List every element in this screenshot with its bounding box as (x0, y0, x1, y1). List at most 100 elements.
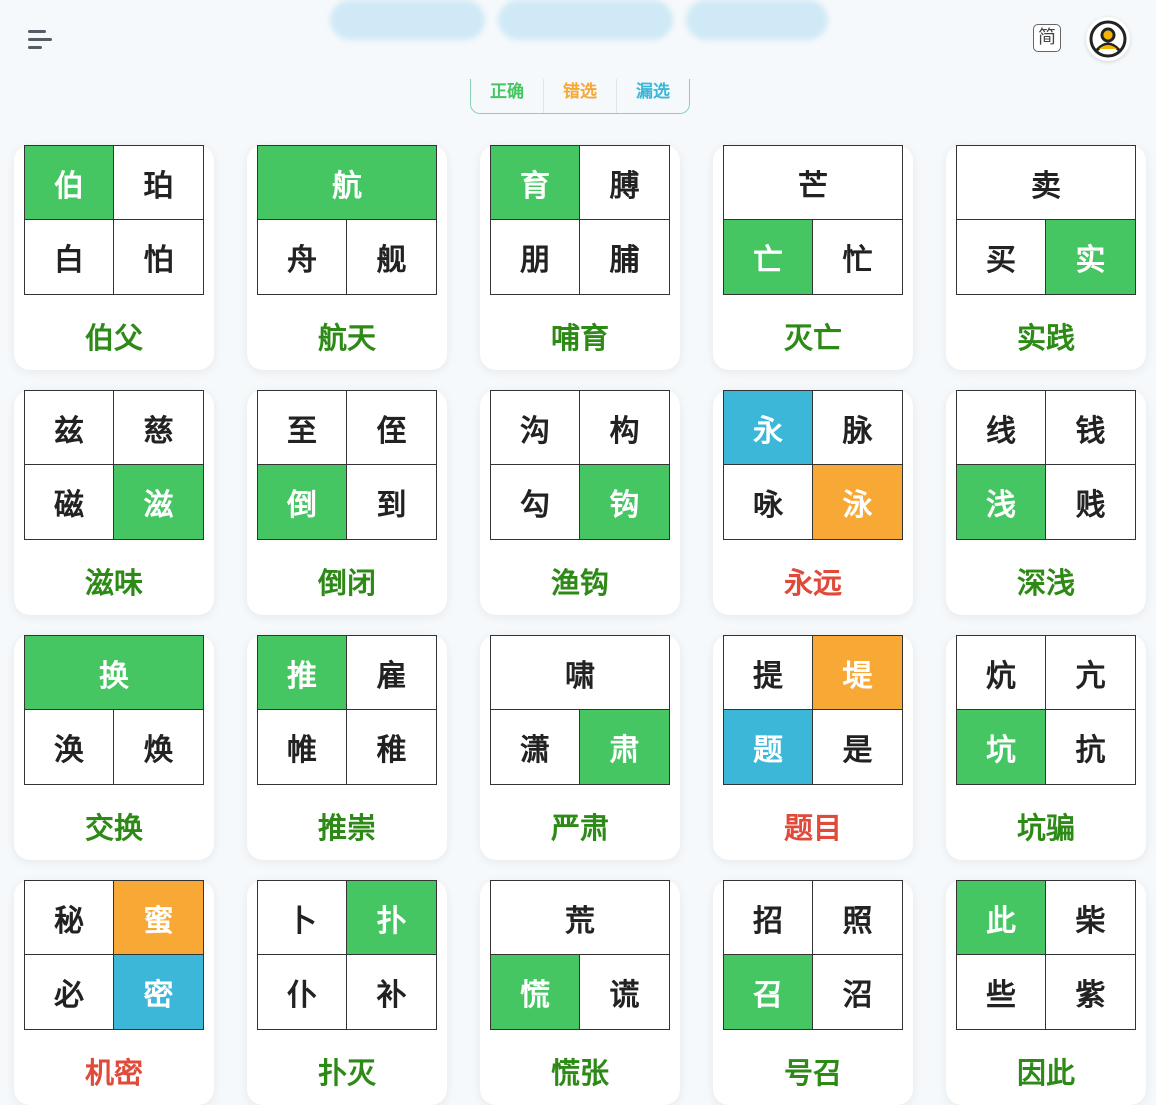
character-option[interactable]: 卖 (957, 146, 1135, 220)
character-option[interactable]: 侄 (347, 391, 436, 465)
character-option[interactable]: 舰 (347, 220, 436, 294)
character-option[interactable]: 脯 (580, 220, 669, 294)
character-option[interactable]: 慈 (114, 391, 203, 465)
word-card: 兹慈磁滋滋味 (14, 390, 214, 615)
character-option[interactable]: 线 (957, 391, 1046, 465)
character-grid: 招照召沼 (723, 880, 903, 1030)
character-option[interactable]: 潇 (491, 710, 580, 784)
character-option-missed[interactable]: 永 (724, 391, 813, 465)
character-option[interactable]: 沼 (813, 955, 902, 1029)
character-grid: 推雇帷稚 (257, 635, 437, 785)
character-option-correct[interactable]: 钩 (580, 465, 669, 539)
character-option-correct[interactable]: 伯 (25, 146, 114, 220)
character-option[interactable]: 抗 (1046, 710, 1135, 784)
character-option[interactable]: 招 (724, 881, 813, 955)
character-option[interactable]: 稚 (347, 710, 436, 784)
character-option[interactable]: 沟 (491, 391, 580, 465)
character-option[interactable]: 芒 (724, 146, 902, 220)
character-option[interactable]: 构 (580, 391, 669, 465)
character-option[interactable]: 是 (813, 710, 902, 784)
character-option[interactable]: 到 (347, 465, 436, 539)
character-option[interactable]: 荒 (491, 881, 669, 955)
blurred-tab[interactable] (330, 0, 485, 40)
legend-correct: 正确 (471, 79, 544, 113)
character-option[interactable]: 珀 (114, 146, 203, 220)
character-option[interactable]: 焕 (114, 710, 203, 784)
character-option[interactable]: 些 (957, 955, 1046, 1029)
character-option-correct[interactable]: 召 (724, 955, 813, 1029)
character-option[interactable]: 朋 (491, 220, 580, 294)
answer-word: 深浅 (1016, 566, 1075, 600)
answer-word: 滋味 (84, 566, 143, 600)
menu-icon[interactable] (28, 26, 56, 54)
character-option[interactable]: 贱 (1046, 465, 1135, 539)
word-card: 卖买实实践 (946, 145, 1146, 370)
character-option[interactable]: 仆 (258, 955, 347, 1029)
word-card: 卜扑仆补扑灭 (247, 880, 447, 1105)
character-option[interactable]: 咏 (724, 465, 813, 539)
character-grid: 永脉咏泳 (723, 390, 903, 540)
character-option-correct[interactable]: 推 (258, 636, 347, 710)
character-option-correct[interactable]: 坑 (957, 710, 1046, 784)
character-option[interactable]: 照 (813, 881, 902, 955)
character-option[interactable]: 帷 (258, 710, 347, 784)
character-option-correct[interactable]: 浅 (957, 465, 1046, 539)
character-option[interactable]: 至 (258, 391, 347, 465)
character-option[interactable]: 兹 (25, 391, 114, 465)
character-option[interactable]: 脉 (813, 391, 902, 465)
language-toggle-button[interactable]: 简 (1033, 24, 1061, 52)
character-option[interactable]: 柴 (1046, 881, 1135, 955)
character-option-correct[interactable]: 换 (25, 636, 203, 710)
character-option-correct[interactable]: 亡 (724, 220, 813, 294)
character-option[interactable]: 勾 (491, 465, 580, 539)
character-option-correct[interactable]: 滋 (114, 465, 203, 539)
character-option-correct[interactable]: 扑 (347, 881, 436, 955)
character-option[interactable]: 雇 (347, 636, 436, 710)
character-option[interactable]: 磁 (25, 465, 114, 539)
character-option-missed[interactable]: 密 (114, 955, 203, 1029)
character-option[interactable]: 怕 (114, 220, 203, 294)
character-grid: 卜扑仆补 (257, 880, 437, 1030)
character-option[interactable]: 秘 (25, 881, 114, 955)
answer-word: 机密 (84, 1056, 143, 1090)
user-avatar-icon[interactable] (1086, 17, 1130, 61)
character-option-correct[interactable]: 此 (957, 881, 1046, 955)
character-option[interactable]: 买 (957, 220, 1046, 294)
character-option[interactable]: 亢 (1046, 636, 1135, 710)
character-option-correct[interactable]: 倒 (258, 465, 347, 539)
character-option[interactable]: 必 (25, 955, 114, 1029)
character-option[interactable]: 膊 (580, 146, 669, 220)
answer-word: 实践 (1016, 321, 1075, 355)
character-option-wrong[interactable]: 泳 (813, 465, 902, 539)
character-option-correct[interactable]: 航 (258, 146, 436, 220)
character-grid: 秘蜜必密 (24, 880, 204, 1030)
character-option-missed[interactable]: 题 (724, 710, 813, 784)
character-option[interactable]: 炕 (957, 636, 1046, 710)
character-option[interactable]: 啸 (491, 636, 669, 710)
character-option[interactable]: 钱 (1046, 391, 1135, 465)
character-option-correct[interactable]: 实 (1046, 220, 1135, 294)
word-card: 航舟舰航天 (247, 145, 447, 370)
character-option[interactable]: 谎 (580, 955, 669, 1029)
character-option[interactable]: 提 (724, 636, 813, 710)
character-option-correct[interactable]: 育 (491, 146, 580, 220)
character-option-correct[interactable]: 慌 (491, 955, 580, 1029)
character-option[interactable]: 涣 (25, 710, 114, 784)
character-option[interactable]: 紫 (1046, 955, 1135, 1029)
word-card: 炕亢坑抗坑骗 (946, 635, 1146, 860)
character-grid: 线钱浅贱 (956, 390, 1136, 540)
blurred-tab[interactable] (686, 0, 828, 40)
character-option[interactable]: 舟 (258, 220, 347, 294)
character-option-wrong[interactable]: 蜜 (114, 881, 203, 955)
character-option[interactable]: 补 (347, 955, 436, 1029)
word-card: 伯珀白怕伯父 (14, 145, 214, 370)
character-option[interactable]: 卜 (258, 881, 347, 955)
answer-word: 因此 (1016, 1056, 1075, 1090)
character-option-wrong[interactable]: 堤 (813, 636, 902, 710)
word-card: 荒慌谎慌张 (480, 880, 680, 1105)
blurred-tab[interactable] (498, 0, 673, 40)
character-option[interactable]: 忙 (813, 220, 902, 294)
legend-wrong: 错选 (544, 79, 617, 113)
character-option[interactable]: 白 (25, 220, 114, 294)
character-option-correct[interactable]: 肃 (580, 710, 669, 784)
